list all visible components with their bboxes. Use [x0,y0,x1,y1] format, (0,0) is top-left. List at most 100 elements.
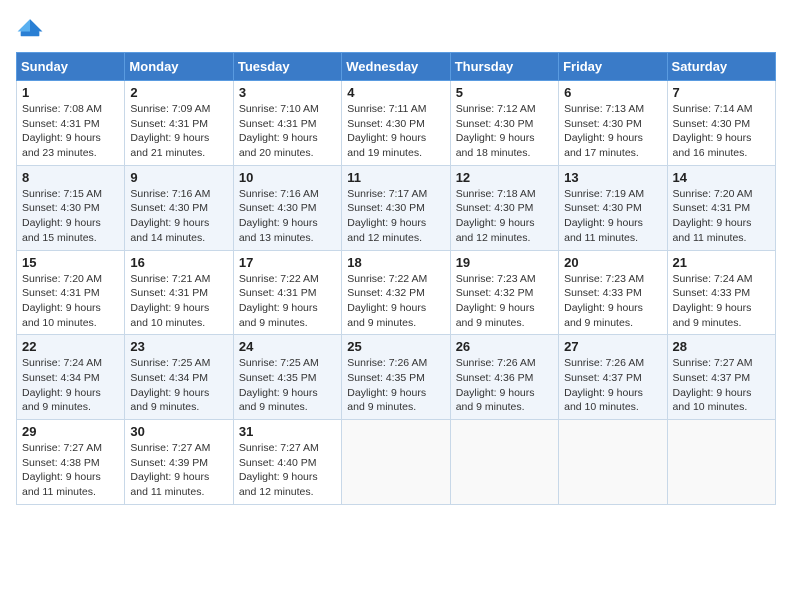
sunset-value: 4:30 PM [494,118,533,130]
day-info: Sunrise: 7:16 AM Sunset: 4:30 PM Dayligh… [130,187,227,246]
sunset-label: Sunset: [239,287,278,299]
day-number: 1 [22,85,119,100]
sunrise-value: 7:16 AM [280,188,319,200]
sunset-label: Sunset: [239,457,278,469]
day-info: Sunrise: 7:15 AM Sunset: 4:30 PM Dayligh… [22,187,119,246]
day-number: 14 [673,170,770,185]
sunrise-label: Sunrise: [22,357,63,369]
sunrise-value: 7:23 AM [497,273,536,285]
sunrise-value: 7:17 AM [389,188,428,200]
sunrise-label: Sunrise: [456,188,497,200]
weekday-header-cell: Wednesday [342,53,450,81]
calendar-day-cell: 3 Sunrise: 7:10 AM Sunset: 4:31 PM Dayli… [233,81,341,166]
day-info: Sunrise: 7:26 AM Sunset: 4:37 PM Dayligh… [564,356,661,415]
sunrise-label: Sunrise: [673,273,714,285]
sunset-value: 4:30 PM [711,118,750,130]
day-info: Sunrise: 7:16 AM Sunset: 4:30 PM Dayligh… [239,187,336,246]
sunrise-value: 7:12 AM [497,103,536,115]
calendar-day-cell: 23 Sunrise: 7:25 AM Sunset: 4:34 PM Dayl… [125,335,233,420]
day-number: 30 [130,424,227,439]
calendar-day-cell: 31 Sunrise: 7:27 AM Sunset: 4:40 PM Dayl… [233,420,341,505]
day-number: 24 [239,339,336,354]
sunrise-value: 7:19 AM [606,188,645,200]
sunset-value: 4:40 PM [277,457,316,469]
day-info: Sunrise: 7:14 AM Sunset: 4:30 PM Dayligh… [673,102,770,161]
calendar-week-row: 22 Sunrise: 7:24 AM Sunset: 4:34 PM Dayl… [17,335,776,420]
daylight-label: Daylight: [22,471,66,483]
sunset-label: Sunset: [22,287,61,299]
sunset-value: 4:32 PM [494,287,533,299]
calendar-day-cell: 14 Sunrise: 7:20 AM Sunset: 4:31 PM Dayl… [667,165,775,250]
calendar-day-cell [559,420,667,505]
daylight-label: Daylight: [239,471,283,483]
sunrise-label: Sunrise: [130,103,171,115]
daylight-label: Daylight: [347,217,391,229]
day-info: Sunrise: 7:27 AM Sunset: 4:38 PM Dayligh… [22,441,119,500]
page-header [16,16,776,44]
sunrise-value: 7:14 AM [714,103,753,115]
daylight-label: Daylight: [239,132,283,144]
day-info: Sunrise: 7:27 AM Sunset: 4:39 PM Dayligh… [130,441,227,500]
calendar-week-row: 8 Sunrise: 7:15 AM Sunset: 4:30 PM Dayli… [17,165,776,250]
sunset-value: 4:36 PM [494,372,533,384]
sunrise-label: Sunrise: [130,442,171,454]
sunrise-value: 7:20 AM [63,273,102,285]
day-number: 13 [564,170,661,185]
daylight-label: Daylight: [22,132,66,144]
daylight-label: Daylight: [673,217,717,229]
day-info: Sunrise: 7:26 AM Sunset: 4:36 PM Dayligh… [456,356,553,415]
day-number: 9 [130,170,227,185]
sunrise-label: Sunrise: [673,357,714,369]
day-number: 18 [347,255,444,270]
weekday-header-cell: Saturday [667,53,775,81]
sunset-value: 4:37 PM [711,372,750,384]
day-info: Sunrise: 7:12 AM Sunset: 4:30 PM Dayligh… [456,102,553,161]
sunset-value: 4:30 PM [386,202,425,214]
day-info: Sunrise: 7:22 AM Sunset: 4:32 PM Dayligh… [347,272,444,331]
calendar-day-cell: 29 Sunrise: 7:27 AM Sunset: 4:38 PM Dayl… [17,420,125,505]
day-number: 8 [22,170,119,185]
sunset-label: Sunset: [130,202,169,214]
day-number: 4 [347,85,444,100]
calendar-day-cell: 8 Sunrise: 7:15 AM Sunset: 4:30 PM Dayli… [17,165,125,250]
daylight-label: Daylight: [130,387,174,399]
sunrise-label: Sunrise: [130,188,171,200]
calendar-day-cell: 26 Sunrise: 7:26 AM Sunset: 4:36 PM Dayl… [450,335,558,420]
calendar-day-cell: 19 Sunrise: 7:23 AM Sunset: 4:32 PM Dayl… [450,250,558,335]
sunset-label: Sunset: [22,118,61,130]
sunset-value: 4:30 PM [277,202,316,214]
calendar-day-cell: 21 Sunrise: 7:24 AM Sunset: 4:33 PM Dayl… [667,250,775,335]
sunrise-value: 7:27 AM [280,442,319,454]
calendar-table: SundayMondayTuesdayWednesdayThursdayFrid… [16,52,776,505]
daylight-label: Daylight: [456,217,500,229]
day-info: Sunrise: 7:08 AM Sunset: 4:31 PM Dayligh… [22,102,119,161]
sunset-value: 4:31 PM [169,287,208,299]
sunrise-value: 7:24 AM [714,273,753,285]
daylight-label: Daylight: [239,217,283,229]
calendar-day-cell [342,420,450,505]
weekday-header-cell: Sunday [17,53,125,81]
sunset-label: Sunset: [456,372,495,384]
daylight-label: Daylight: [564,217,608,229]
calendar-day-cell: 18 Sunrise: 7:22 AM Sunset: 4:32 PM Dayl… [342,250,450,335]
day-number: 29 [22,424,119,439]
weekday-header-cell: Monday [125,53,233,81]
calendar-day-cell: 1 Sunrise: 7:08 AM Sunset: 4:31 PM Dayli… [17,81,125,166]
sunrise-value: 7:21 AM [172,273,211,285]
calendar-day-cell: 28 Sunrise: 7:27 AM Sunset: 4:37 PM Dayl… [667,335,775,420]
day-info: Sunrise: 7:27 AM Sunset: 4:40 PM Dayligh… [239,441,336,500]
calendar-day-cell: 6 Sunrise: 7:13 AM Sunset: 4:30 PM Dayli… [559,81,667,166]
calendar-day-cell: 2 Sunrise: 7:09 AM Sunset: 4:31 PM Dayli… [125,81,233,166]
daylight-label: Daylight: [673,132,717,144]
day-info: Sunrise: 7:23 AM Sunset: 4:32 PM Dayligh… [456,272,553,331]
day-number: 28 [673,339,770,354]
calendar-week-row: 15 Sunrise: 7:20 AM Sunset: 4:31 PM Dayl… [17,250,776,335]
day-number: 15 [22,255,119,270]
sunset-value: 4:30 PM [494,202,533,214]
sunset-label: Sunset: [673,118,712,130]
calendar-day-cell: 5 Sunrise: 7:12 AM Sunset: 4:30 PM Dayli… [450,81,558,166]
calendar-day-cell [667,420,775,505]
day-number: 20 [564,255,661,270]
sunrise-value: 7:24 AM [63,357,102,369]
sunset-label: Sunset: [130,118,169,130]
